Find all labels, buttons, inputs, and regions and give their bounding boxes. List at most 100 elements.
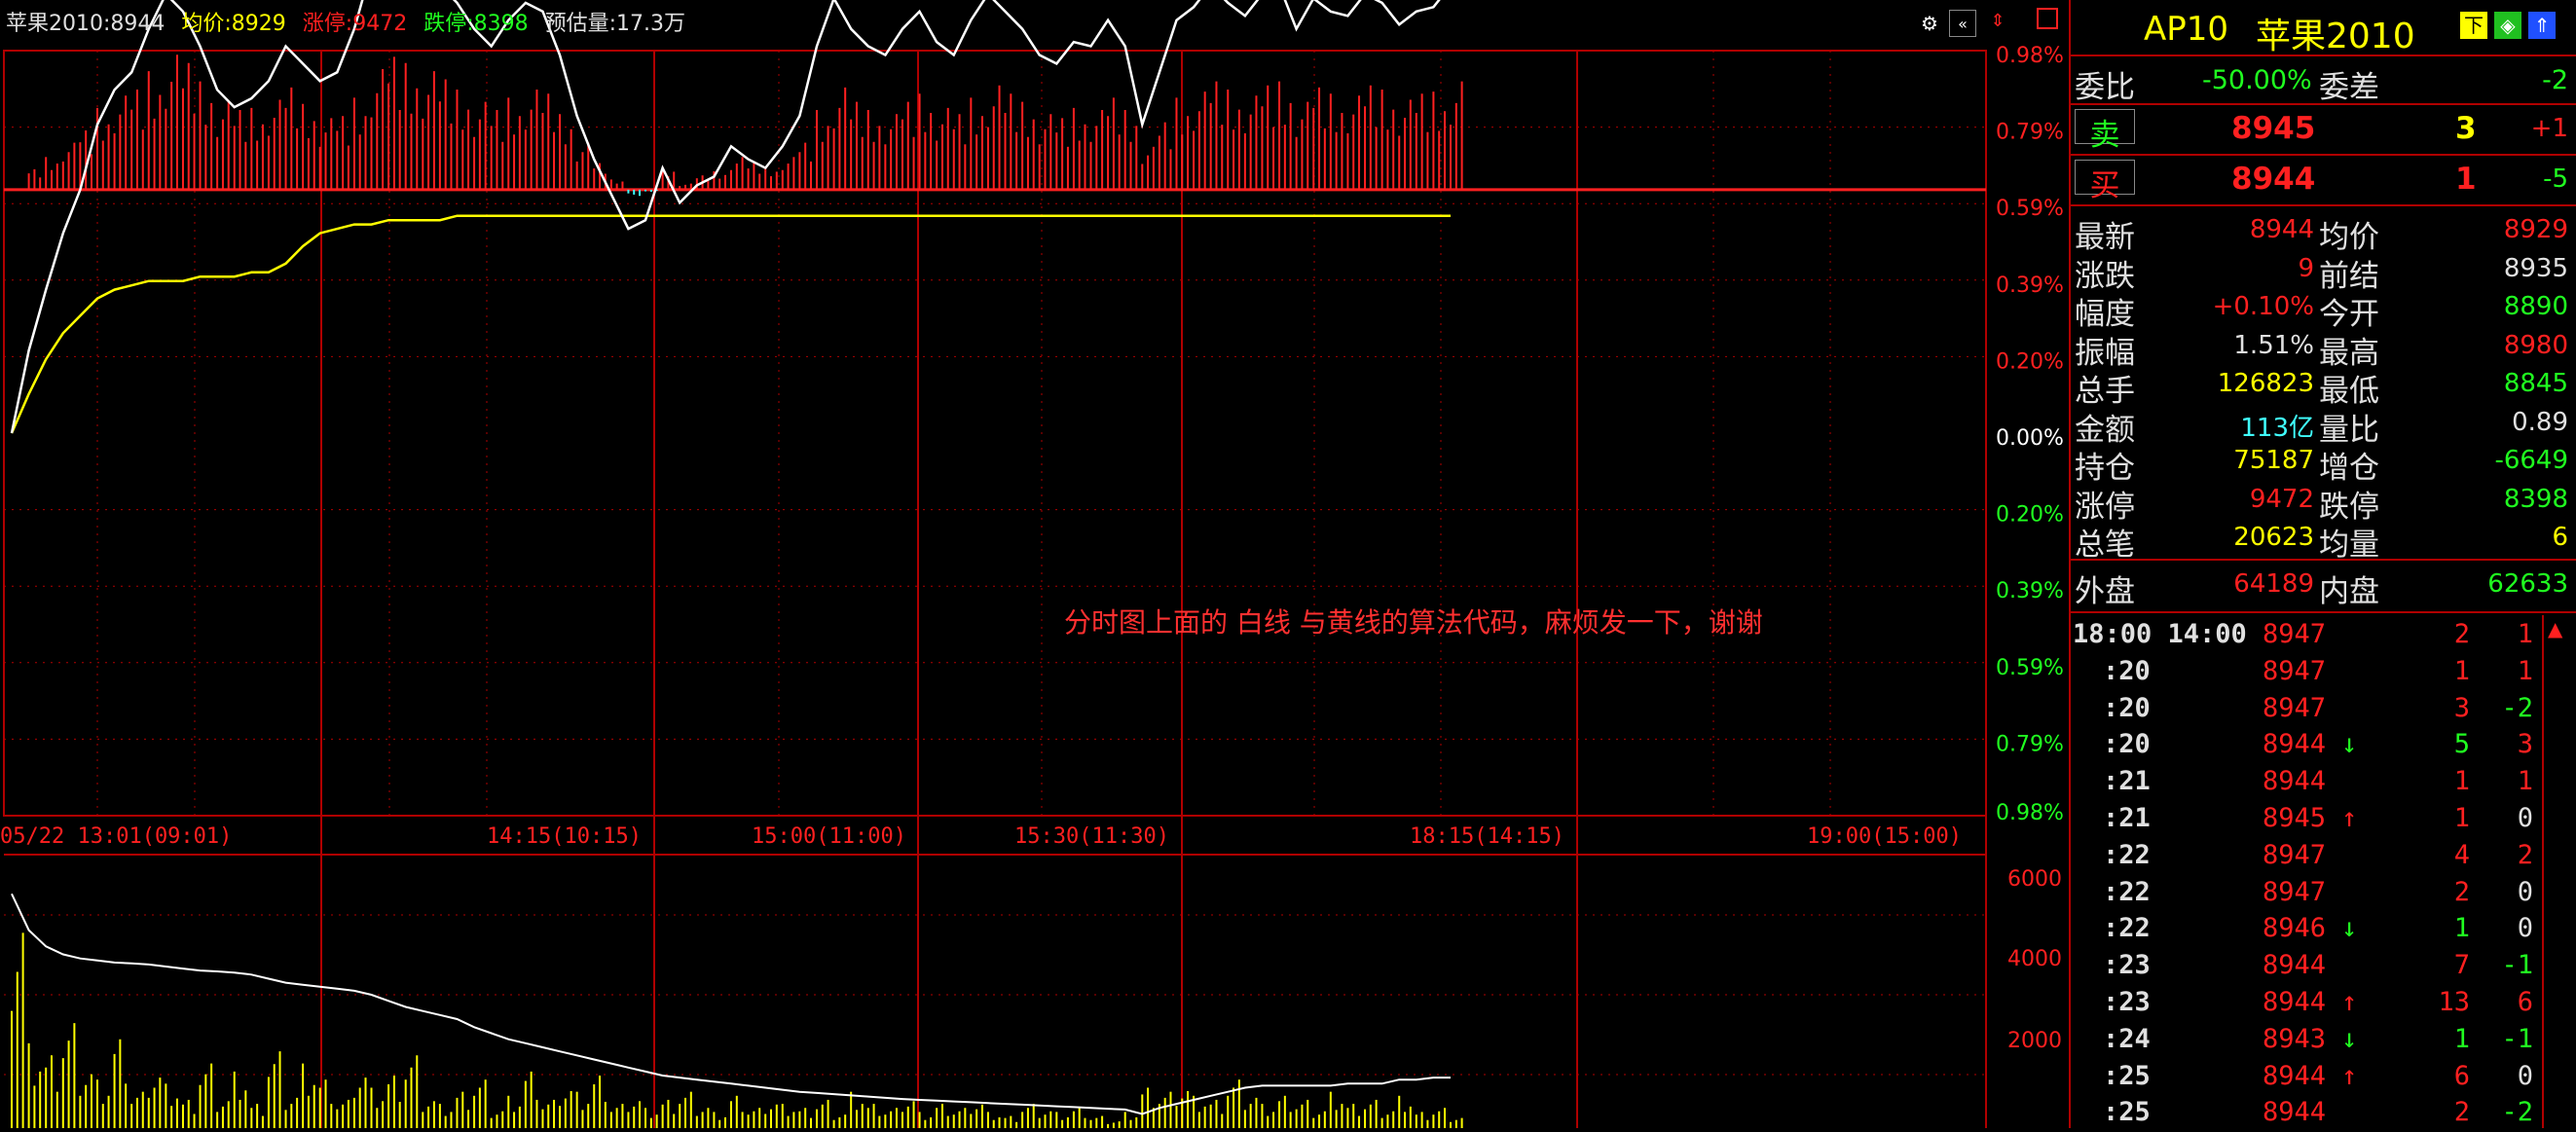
- tick-time: :22: [2103, 876, 2151, 907]
- stat-value: 8935: [2503, 253, 2568, 283]
- stat-value: 8398: [2503, 484, 2568, 514]
- collapse-icon[interactable]: «: [1949, 10, 1976, 37]
- tick-price: 8944: [2262, 950, 2326, 981]
- tick-time: :21: [2103, 803, 2151, 833]
- tick-price: 8944: [2262, 1060, 2326, 1091]
- stat-value: 6: [2552, 523, 2568, 552]
- tick-qty: 6: [2453, 1060, 2470, 1091]
- yellow-avg-line: [10, 214, 1451, 434]
- tick-row: :25 8944 ↑ 6 0: [2071, 1059, 2576, 1096]
- price-axis-label: 0.39%: [1996, 274, 2064, 298]
- stat-value: 113亿: [2240, 413, 2314, 443]
- tick-qty: 13: [2438, 987, 2470, 1017]
- outer-inner-row: 外盘 64189 内盘 62633: [2075, 569, 2568, 609]
- tick-price: 8947: [2262, 692, 2326, 723]
- tick-qty: 7: [2453, 950, 2470, 981]
- tick-arrow: ↑: [2341, 803, 2358, 833]
- contract-name: 苹果2010: [2256, 17, 2415, 56]
- scroll-up-icon[interactable]: ▲: [2548, 617, 2562, 640]
- buy-row[interactable]: 买 8944 1 -5: [2071, 160, 2576, 203]
- tick-time: :21: [2103, 766, 2151, 797]
- tick-qty: 5: [2453, 729, 2470, 760]
- tick-row: :21 8945 ↑ 1 0: [2071, 801, 2576, 838]
- tick-row: :24 8943 ↓ 1 -1: [2071, 1022, 2576, 1059]
- tick-delta: 0: [2517, 913, 2533, 944]
- tick-row: :20 8947 1 1: [2071, 654, 2576, 691]
- tick-arrow: ↓: [2341, 729, 2358, 760]
- tick-delta: 0: [2517, 876, 2533, 907]
- tick-row: :23 8944 ↑ 13 6: [2071, 985, 2576, 1022]
- quote-panel: AP10 苹果2010 下 ◈ ⇑ 委比 -50.00% 委差 -2 卖 894…: [2069, 0, 2576, 1128]
- stat-value: 8944: [2249, 215, 2314, 244]
- time-axis-label: 15:30(11:30): [1014, 824, 1169, 849]
- tick-qty: 1: [2453, 766, 2470, 797]
- volume-ma-line: [11, 893, 1451, 1115]
- tick-price: 8947: [2262, 876, 2326, 907]
- time-axis-label: 15:00(11:00): [752, 824, 906, 849]
- tick-price: 8944: [2262, 766, 2326, 797]
- tick-arrow: ↓: [2341, 913, 2358, 944]
- chart-header: 苹果2010:8944 均价:8929 涨停:9472 跌停:8398 预估量:…: [6, 6, 695, 37]
- stat-value: -6649: [2494, 446, 2568, 475]
- stat-value: 8929: [2503, 215, 2568, 244]
- window-icon[interactable]: [2037, 8, 2058, 29]
- limit-down: 跌停:8398: [423, 12, 529, 36]
- price-axis-label: 0.79%: [1996, 121, 2064, 145]
- tick-arrow: ↓: [2341, 1023, 2358, 1054]
- stat-row: 振幅 1.51% 最高 8980: [2071, 326, 2576, 371]
- stat-label: 均量: [2319, 528, 2379, 563]
- tick-qty: 1: [2453, 913, 2470, 944]
- price-axis-label: 0.20%: [1996, 349, 2064, 374]
- tick-price: 8943: [2262, 1023, 2326, 1054]
- price-axis-label: 0.39%: [1996, 579, 2064, 603]
- arrow-icon[interactable]: ⇕: [1984, 8, 2011, 35]
- symbol-price: 苹果2010:8944: [6, 12, 166, 36]
- tick-qty: 1: [2453, 655, 2470, 686]
- est-volume: 预估量:17.3万: [544, 12, 686, 36]
- intraday-chart[interactable]: 0.98% 0.79% 0.59% 0.39% 0.20% 0.00% 0.20% 0.39%…: [0, 0, 2069, 1128]
- tick-row: :21 8944 1 1: [2071, 764, 2576, 801]
- stat-value: 9472: [2249, 484, 2314, 514]
- chart-area[interactable]: 0.98% 0.79% 0.59% 0.39% 0.20% 0.00% 0.20% 0.39%…: [0, 0, 2069, 1128]
- stat-value: 126823: [2217, 369, 2314, 398]
- tick-delta: 2: [2517, 839, 2533, 870]
- stat-row: 总笔 20623 均量 6: [2071, 518, 2576, 563]
- stat-value: 9: [2298, 253, 2314, 283]
- price-axis-label: 0.20%: [1996, 503, 2064, 528]
- tick-row: :22 8947 2 0: [2071, 875, 2576, 912]
- tick-delta: 1: [2517, 766, 2533, 797]
- tick-row: :22 8947 4 2: [2071, 838, 2576, 875]
- stat-value: 75187: [2233, 446, 2314, 475]
- tick-time: :25: [2103, 1060, 2151, 1091]
- price-axis-label: 0.59%: [1996, 197, 2064, 221]
- contract-code: AP10: [2144, 10, 2229, 49]
- tick-scrollbar[interactable]: ▲: [2542, 615, 2573, 1128]
- down-icon[interactable]: 下: [2460, 12, 2487, 39]
- tick-time: :22: [2103, 913, 2151, 944]
- tick-qty: 1: [2453, 1023, 2470, 1054]
- stat-value: 0.89: [2512, 407, 2568, 437]
- limit-up: 涨停:9472: [302, 12, 408, 36]
- sell-row[interactable]: 卖 8945 3 +1: [2071, 109, 2576, 153]
- tick-row: 18:00 14:00 8947 2 1: [2071, 617, 2576, 654]
- refresh-icon[interactable]: ◈: [2494, 12, 2521, 39]
- stat-row: 金额 113亿 量比 0.89: [2071, 403, 2576, 448]
- tick-time: :20: [2103, 655, 2151, 686]
- tick-delta: 0: [2517, 803, 2533, 833]
- tick-delta: -1: [2501, 950, 2533, 981]
- panel-title: AP10 苹果2010 下 ◈ ⇑: [2071, 0, 2576, 56]
- up-icon[interactable]: ⇑: [2528, 12, 2556, 39]
- volume-axis-label: 2000: [2007, 1029, 2062, 1053]
- volume-axis-label: 4000: [2007, 947, 2062, 971]
- tick-delta: 3: [2517, 729, 2533, 760]
- price-axis-label: 0.59%: [1996, 656, 2064, 680]
- tick-row: :20 8944 ↓ 5 3: [2071, 727, 2576, 764]
- settings-icon[interactable]: ⚙: [1916, 10, 1943, 37]
- tick-delta: 6: [2517, 987, 2533, 1017]
- tick-time: :25: [2103, 1097, 2151, 1128]
- stat-value: 8890: [2503, 292, 2568, 321]
- tick-price: 8947: [2262, 839, 2326, 870]
- price-axis-label: 0.00%: [1996, 426, 2064, 451]
- tick-time: :20: [2103, 692, 2151, 723]
- tick-delta: -2: [2501, 1097, 2533, 1128]
